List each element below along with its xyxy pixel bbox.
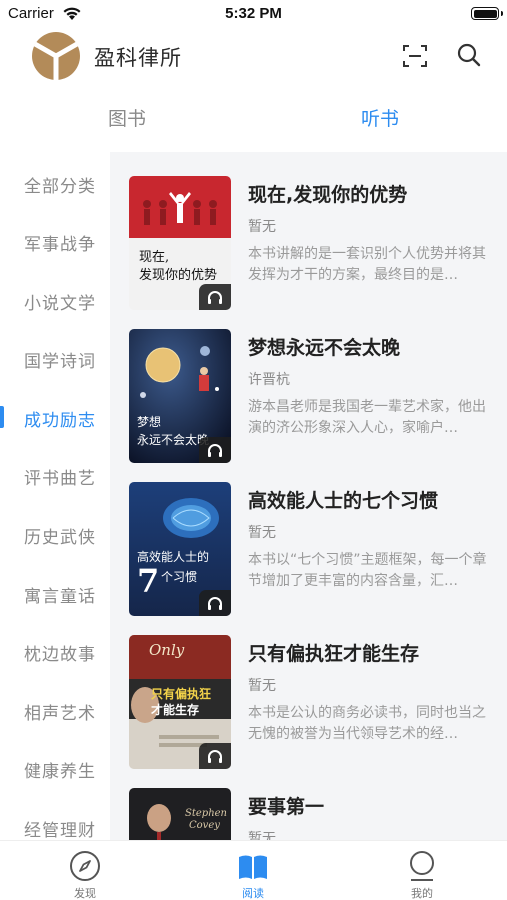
logo bbox=[32, 32, 80, 80]
search-icon[interactable] bbox=[454, 40, 484, 70]
category-label: 国学诗词 bbox=[24, 352, 96, 372]
category-label: 军事战争 bbox=[24, 235, 96, 255]
category-label: 历史武侠 bbox=[24, 528, 96, 548]
book-cover: Only 只有偏执狂 才能生存 bbox=[129, 635, 231, 769]
battery-icon bbox=[471, 7, 503, 20]
book-icon bbox=[239, 855, 267, 879]
category-label: 枕边故事 bbox=[24, 645, 96, 665]
book-item[interactable]: Stephen Covey 要事第一 暂无 bbox=[110, 764, 507, 840]
book-item[interactable]: 现在, 发现你的优势 现在,发现你的优势 暂无 本书讲解的是一套识别个人优势并将… bbox=[110, 152, 507, 310]
category-item[interactable]: 历史武侠 bbox=[0, 515, 110, 555]
book-list: 现在, 发现你的优势 现在,发现你的优势 暂无 本书讲解的是一套识别个人优势并将… bbox=[110, 152, 507, 840]
compass-icon bbox=[70, 851, 100, 881]
cover-text: Stephen bbox=[185, 808, 227, 819]
book-description: 游本昌老师是我国老一辈艺术家，他出演的济公形象深入人心，家喻户… bbox=[248, 399, 486, 436]
category-item[interactable]: 评书曲艺 bbox=[0, 456, 110, 496]
book-description: 本书是公认的商务必读书，同时也当之无愧的被誉为当代领导艺术的经… bbox=[248, 705, 486, 742]
nav-label: 阅读 bbox=[242, 887, 264, 900]
category-item[interactable]: 寓言童话 bbox=[0, 574, 110, 614]
active-indicator bbox=[0, 406, 4, 428]
category-item-active[interactable]: 成功励志 bbox=[0, 398, 110, 438]
user-icon bbox=[410, 851, 434, 881]
category-sidebar: 全部分类 军事战争 小说文学 国学诗词 成功励志 评书曲艺 历史武侠 寓言童话 … bbox=[0, 152, 110, 840]
nav-read[interactable]: 阅读 bbox=[213, 847, 293, 900]
category-item[interactable]: 国学诗词 bbox=[0, 339, 110, 379]
book-cover: Stephen Covey bbox=[129, 788, 231, 840]
category-label: 评书曲艺 bbox=[24, 469, 96, 489]
tab-bar: 图书 听书 bbox=[0, 92, 507, 140]
clock: 5:32 PM bbox=[225, 5, 282, 22]
cover-text: Covey bbox=[189, 820, 220, 831]
scan-icon[interactable] bbox=[400, 41, 430, 71]
category-item[interactable]: 健康养生 bbox=[0, 749, 110, 789]
app-title: 盈科律所 bbox=[94, 46, 182, 70]
cover-text: Only bbox=[149, 641, 185, 659]
tab-audiobooks[interactable]: 听书 bbox=[361, 104, 399, 131]
category-item[interactable]: 经管理财 bbox=[0, 808, 110, 840]
book-item[interactable]: 高效能人士的 7 个习惯 高效能人士的七个习惯 暂无 本书以“七个习惯”主题框架… bbox=[110, 458, 507, 616]
book-title: 梦想永远不会太晚 bbox=[248, 337, 401, 359]
bottom-nav: 发现 阅读 我的 bbox=[0, 840, 507, 900]
category-item[interactable]: 军事战争 bbox=[0, 222, 110, 262]
book-title: 高效能人士的七个习惯 bbox=[248, 490, 439, 512]
book-item[interactable]: Only 只有偏执狂 才能生存 只有偏执狂才能生存 暂无 本书是公认的商务必读书… bbox=[110, 611, 507, 769]
cover-text: 现在, bbox=[139, 250, 170, 265]
book-title: 现在,发现你的优势 bbox=[248, 184, 408, 206]
book-cover: 现在, 发现你的优势 bbox=[129, 176, 231, 310]
book-item[interactable]: 梦想 永远不会太晚 梦想永远不会太晚 许晋杭 游本昌老师是我国老一辈艺术家，他出… bbox=[110, 305, 507, 463]
category-label: 小说文学 bbox=[24, 294, 96, 314]
nav-label: 我的 bbox=[411, 887, 433, 900]
nav-mine[interactable]: 我的 bbox=[382, 847, 462, 900]
book-author: 暂无 bbox=[248, 831, 276, 840]
app-screen: Carrier 5:32 PM 盈科律所 图书 听书 全部分类 军事战争 小说文… bbox=[0, 0, 507, 900]
book-author: 暂无 bbox=[248, 678, 276, 694]
cover-text: 梦想 bbox=[137, 415, 162, 429]
book-cover: 高效能人士的 7 个习惯 bbox=[129, 482, 231, 616]
category-label: 寓言童话 bbox=[24, 587, 96, 607]
book-description: 本书以“七个习惯”主题框架，每一个章节增加了更丰富的内容含量，汇… bbox=[248, 552, 487, 589]
book-cover: 梦想 永远不会太晚 bbox=[129, 329, 231, 463]
category-label: 相声艺术 bbox=[24, 704, 96, 724]
cover-text: 只有偏执狂 bbox=[151, 687, 212, 701]
book-title: 只有偏执狂才能生存 bbox=[248, 643, 420, 665]
category-item[interactable]: 相声艺术 bbox=[0, 691, 110, 731]
category-label: 全部分类 bbox=[24, 177, 96, 197]
category-item[interactable]: 枕边故事 bbox=[0, 632, 110, 672]
category-label: 健康养生 bbox=[24, 762, 96, 782]
category-item[interactable]: 小说文学 bbox=[0, 281, 110, 321]
status-bar: Carrier 5:32 PM bbox=[0, 0, 507, 28]
cover-text: 个习惯 bbox=[161, 570, 198, 584]
cover-text: 发现你的优势 bbox=[139, 268, 218, 283]
category-label: 经管理财 bbox=[24, 821, 96, 840]
category-item[interactable]: 全部分类 bbox=[0, 164, 110, 204]
nav-discover[interactable]: 发现 bbox=[45, 847, 125, 900]
book-author: 暂无 bbox=[248, 525, 276, 541]
category-label: 成功励志 bbox=[24, 411, 96, 431]
nav-label: 发现 bbox=[74, 887, 96, 900]
book-title: 要事第一 bbox=[248, 796, 325, 818]
app-header: 盈科律所 bbox=[0, 28, 507, 84]
book-author: 暂无 bbox=[248, 219, 276, 235]
book-description: 本书讲解的是一套识别个人优势并将其发挥为才干的方案，最终目的是… bbox=[248, 246, 486, 283]
cover-text: 7 bbox=[137, 562, 160, 600]
tab-books[interactable]: 图书 bbox=[108, 104, 146, 131]
book-author: 许晋杭 bbox=[248, 372, 290, 388]
cover-text: 才能生存 bbox=[151, 703, 200, 717]
